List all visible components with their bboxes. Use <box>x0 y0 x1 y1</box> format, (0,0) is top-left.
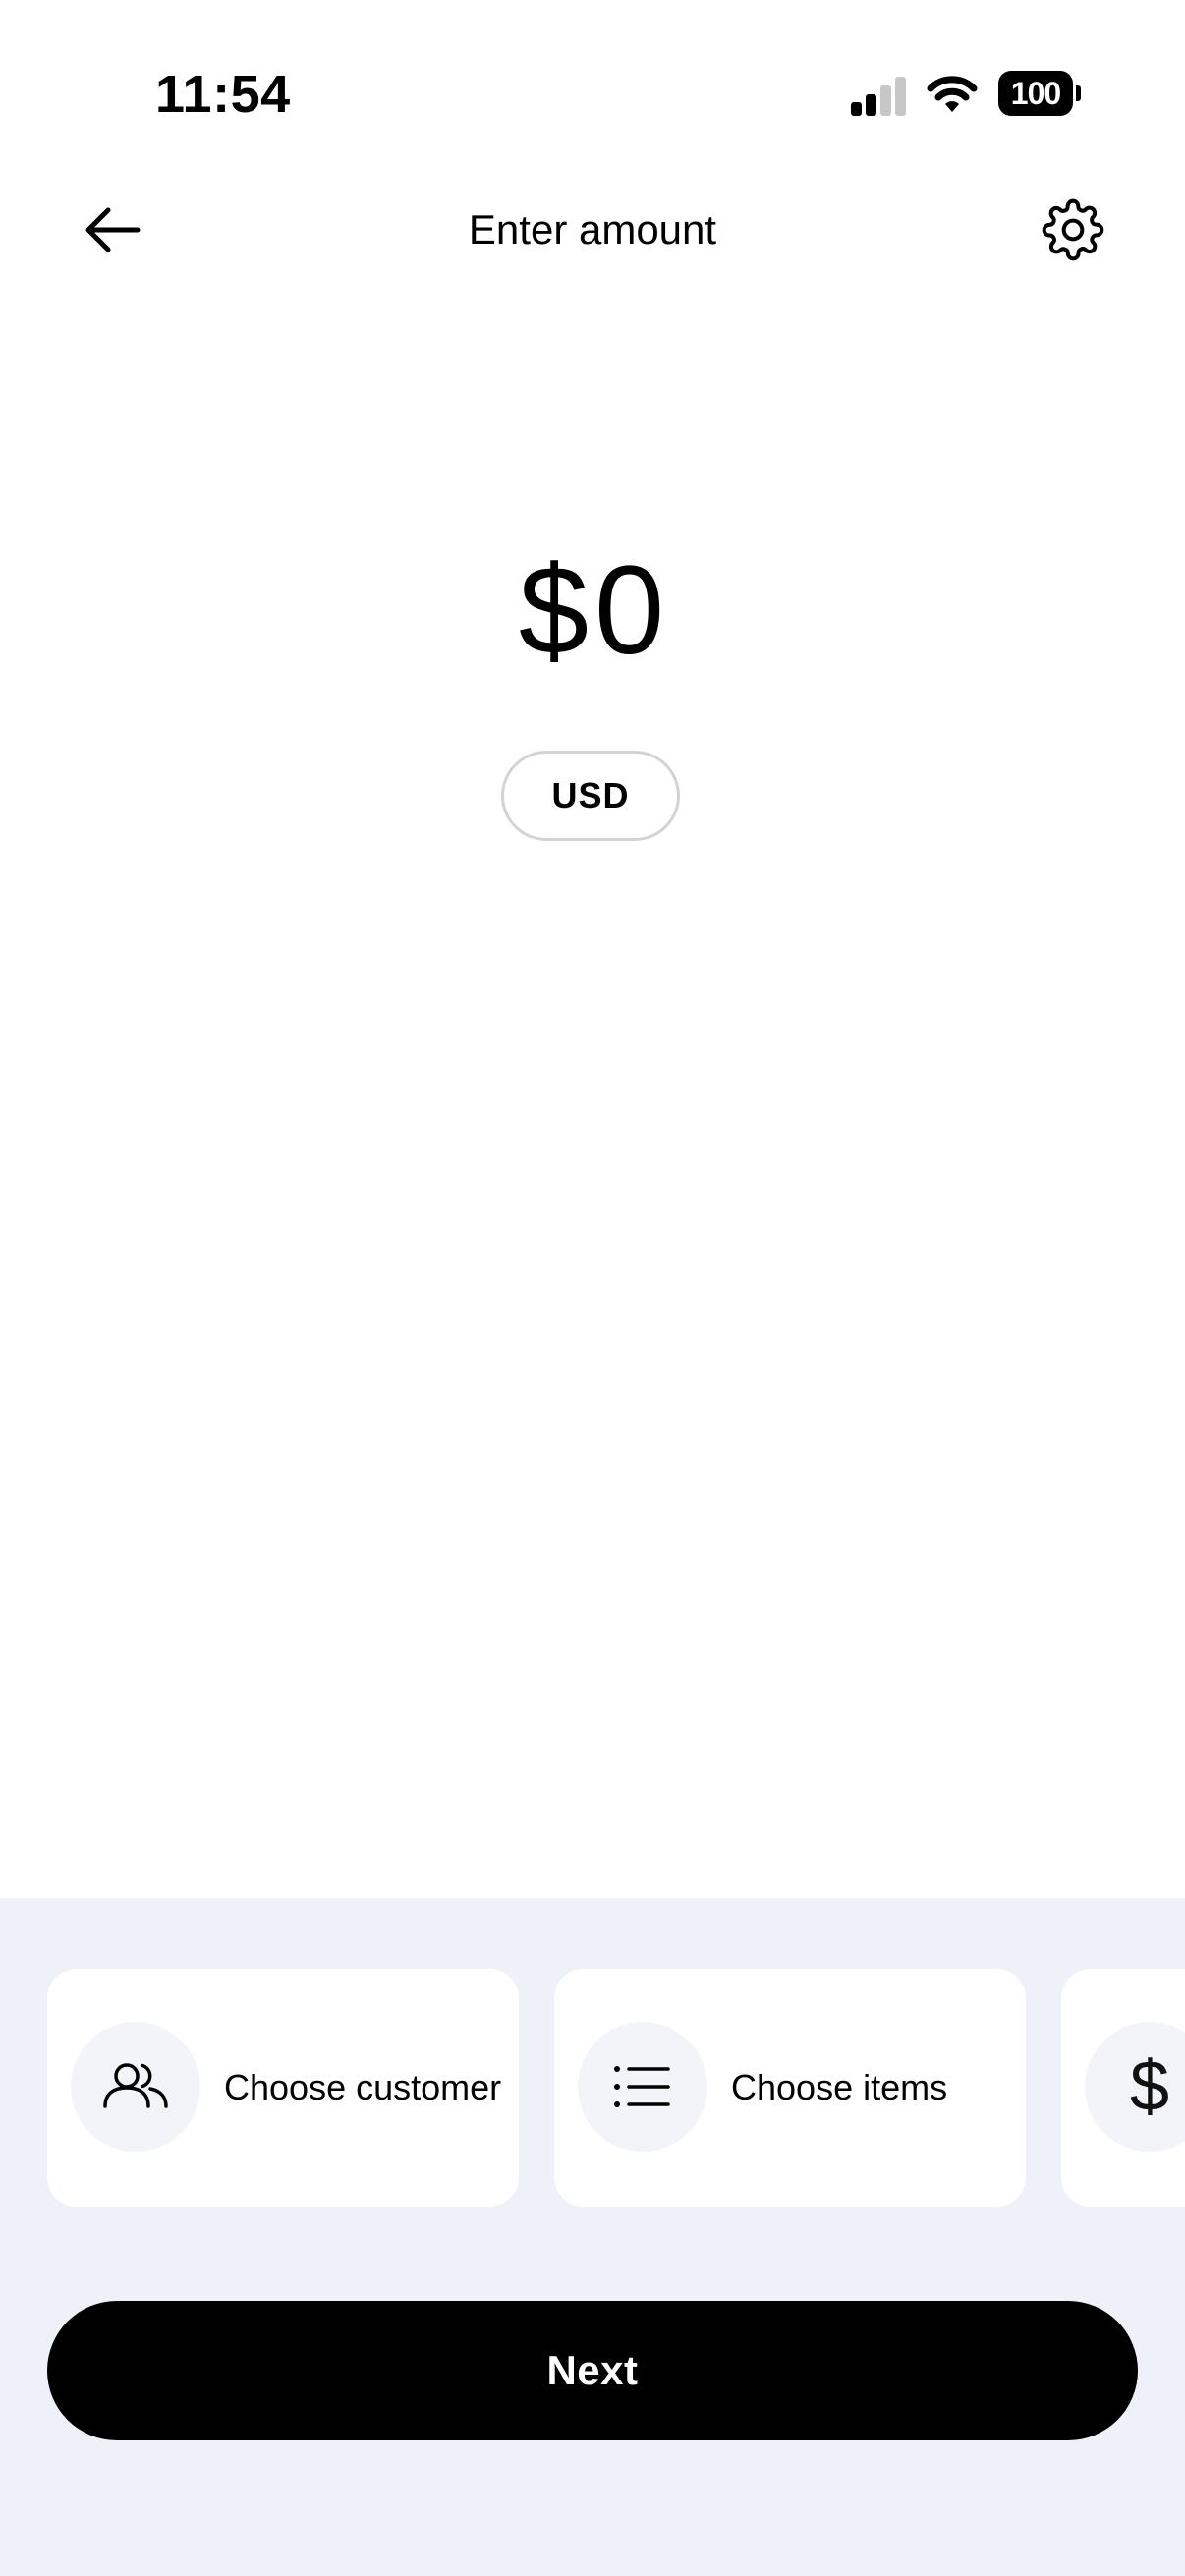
status-time: 11:54 <box>155 65 291 124</box>
people-icon <box>103 2063 168 2108</box>
settings-button[interactable] <box>1036 193 1110 267</box>
action-icon-container <box>71 2022 200 2152</box>
battery-level: 100 <box>998 71 1073 116</box>
status-bar: 11:54 100 <box>0 0 1185 187</box>
battery-indicator: 100 <box>998 71 1081 116</box>
action-icon-container: $ <box>1085 2022 1185 2152</box>
choose-items-card[interactable]: Choose items <box>554 1969 1026 2207</box>
page-title: Enter amount <box>468 206 717 252</box>
wifi-icon <box>927 76 978 112</box>
list-icon <box>614 2066 670 2107</box>
choose-customer-label: Choose customer <box>224 2067 502 2107</box>
currency-selector-button[interactable]: USD <box>501 751 680 841</box>
amount-value: 0 <box>594 540 667 681</box>
quick-actions-row[interactable]: Choose customer Choose items $ <box>0 1969 1185 2207</box>
dollar-icon: $ <box>1129 2047 1170 2126</box>
action-icon-container <box>578 2022 707 2152</box>
cellular-signal-icon <box>851 77 906 116</box>
next-button[interactable]: Next <box>47 2301 1138 2440</box>
currency-symbol: $ <box>518 540 591 681</box>
choose-customer-card[interactable]: Choose customer <box>47 1969 519 2207</box>
bottom-panel: Choose customer Choose items $ Next <box>0 1898 1185 2576</box>
custom-amount-card[interactable]: $ <box>1061 1969 1185 2207</box>
gear-icon <box>1042 198 1104 261</box>
amount-display: $0 <box>0 542 1185 680</box>
battery-cap <box>1076 85 1081 101</box>
choose-items-label: Choose items <box>731 2067 948 2107</box>
